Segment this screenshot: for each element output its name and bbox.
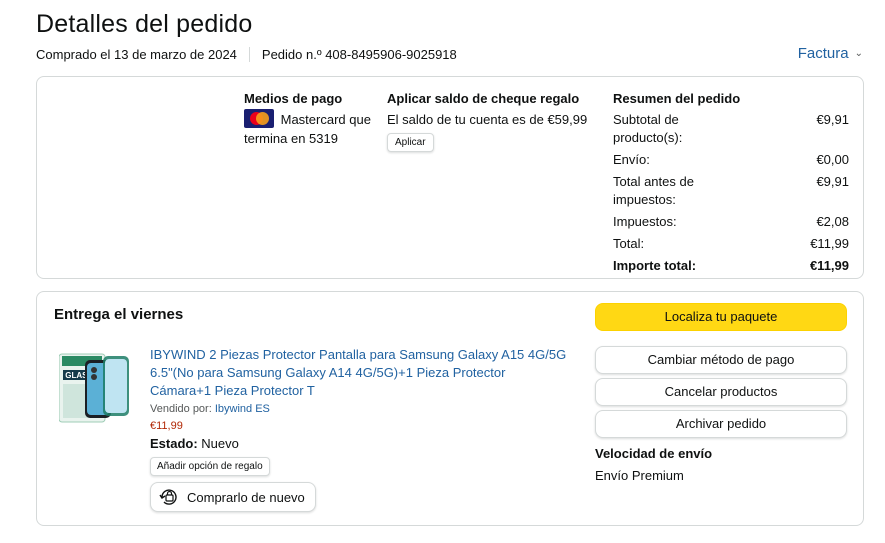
seller-link[interactable]: Ibywind ES	[215, 403, 270, 415]
order-summary-card: Medios de pago Mastercard que termina en…	[36, 76, 864, 279]
invoice-dropdown[interactable]: Factura ⌄	[798, 45, 863, 62]
product-price: €11,99	[150, 420, 183, 432]
buy-again-icon	[159, 489, 177, 505]
order-summary-section: Resumen del pedido Subtotal de producto(…	[613, 91, 849, 275]
archive-order-button[interactable]: Archivar pedido	[595, 410, 847, 438]
mastercard-icon	[244, 109, 274, 128]
chevron-down-icon: ⌄	[854, 48, 863, 59]
order-meta: Comprado el 13 de marzo de 2024 Pedido n…	[36, 47, 457, 62]
apply-gift-card-button[interactable]: Aplicar	[387, 133, 434, 152]
track-package-button[interactable]: Localiza tu paquete	[595, 303, 847, 331]
invoice-label: Factura	[797, 45, 849, 62]
shipping-speed-value: Envío Premium	[595, 468, 684, 483]
summary-row-pretax: Total antes de impuestos: €9,91	[613, 174, 849, 207]
shipping-speed-title: Velocidad de envío	[595, 446, 713, 461]
payment-card-text-2: termina en 5319	[244, 131, 338, 146]
summary-row-total: Total: €11,99	[613, 236, 849, 251]
product-title-link[interactable]: IBYWIND 2 Piezas Protector Pantalla para…	[150, 346, 570, 400]
buy-again-button[interactable]: Comprarlo de nuevo	[150, 482, 316, 512]
delivery-card: Entrega el viernes GLASS IBYWIND 2 Pieza…	[36, 291, 864, 526]
order-number: Pedido n.º 408-8495906-9025918	[261, 47, 457, 62]
payment-method-section: Medios de pago Mastercard que termina en…	[244, 91, 379, 148]
page-title: Detalles del pedido	[36, 10, 253, 38]
payment-method-title: Medios de pago	[244, 91, 343, 106]
summary-row-shipping: Envío: €0,00	[613, 152, 849, 167]
gift-card-title: Aplicar saldo de cheque regalo	[387, 91, 580, 106]
payment-card-text-1: Mastercard que	[280, 112, 371, 127]
gift-card-section: Aplicar saldo de cheque regalo El saldo …	[387, 91, 607, 152]
order-actions: Localiza tu paquete Cambiar método de pa…	[595, 303, 847, 483]
product-info: IBYWIND 2 Piezas Protector Pantalla para…	[150, 346, 570, 512]
product-thumbnail[interactable]: GLASS	[58, 352, 139, 426]
payment-card-line: Mastercard que termina en 5319	[244, 109, 379, 148]
delivery-title: Entrega el viernes	[54, 306, 184, 323]
summary-row-tax: Impuestos: €2,08	[613, 214, 849, 229]
divider	[248, 47, 250, 62]
summary-row-grand-total: Importe total: €11,99	[613, 258, 849, 273]
buy-again-label: Comprarlo de nuevo	[187, 489, 305, 505]
change-payment-button[interactable]: Cambiar método de pago	[595, 346, 847, 374]
summary-row-subtotal: Subtotal de producto(s): €9,91	[613, 112, 849, 145]
cancel-items-button[interactable]: Cancelar productos	[595, 378, 847, 406]
product-status: Estado: Nuevo	[150, 436, 239, 451]
order-summary-title: Resumen del pedido	[613, 91, 741, 106]
add-gift-option-button[interactable]: Añadir opción de regalo	[150, 457, 270, 476]
gift-card-balance: El saldo de tu cuenta es de €59,99	[387, 112, 588, 127]
seller-line: Vendido por: Ibywind ES	[150, 403, 270, 415]
purchase-date: Comprado el 13 de marzo de 2024	[36, 47, 237, 62]
